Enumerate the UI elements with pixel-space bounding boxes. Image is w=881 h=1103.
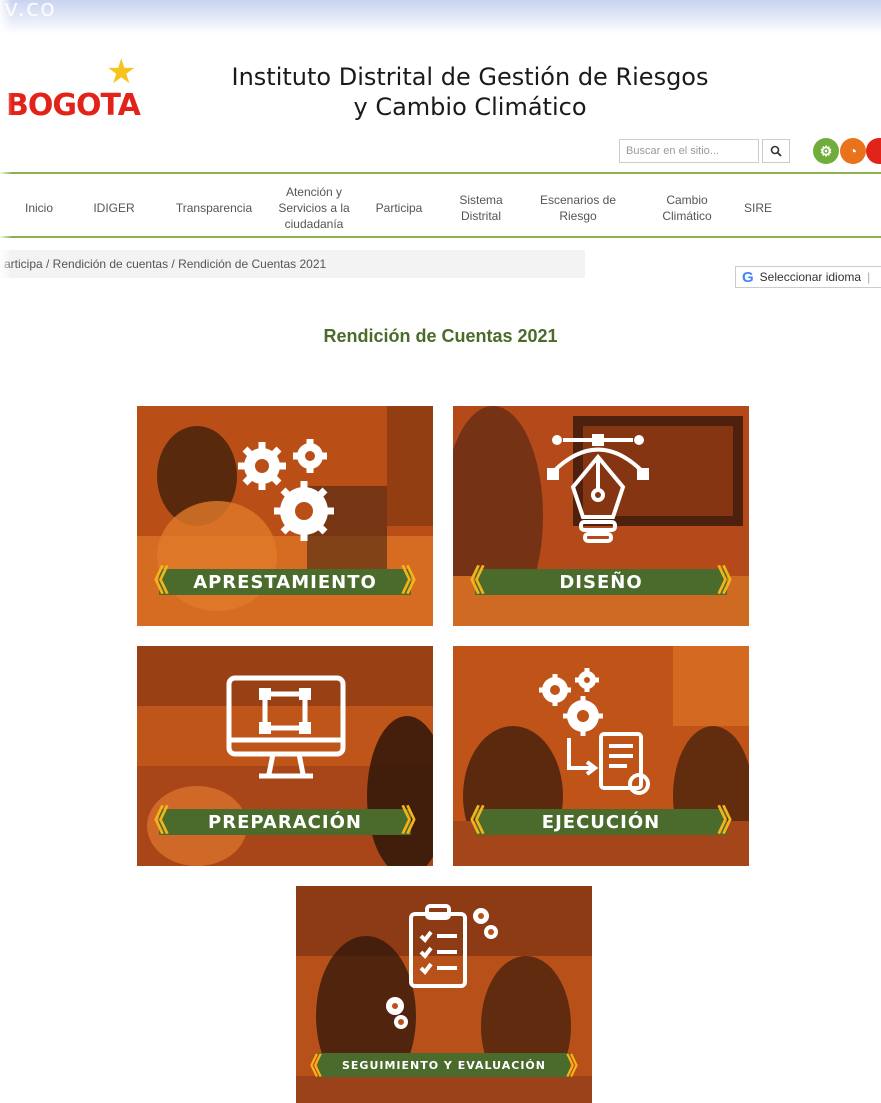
chevron-right-icon: 》 bbox=[717, 804, 747, 839]
rss-icon[interactable]: ◔ bbox=[840, 138, 866, 164]
site-title: Instituto Distrital de Gestión de Riesgo… bbox=[200, 62, 740, 122]
card-preparacion[interactable]: 《 PREPARACIÓN 》 bbox=[137, 646, 433, 866]
nav-item-sire[interactable]: SIRE bbox=[736, 180, 780, 236]
nav-divider bbox=[0, 236, 881, 238]
breadcrumb[interactable]: articipa / Rendición de cuentas / Rendic… bbox=[0, 250, 585, 278]
gears-icon bbox=[238, 439, 334, 541]
header-divider bbox=[0, 172, 881, 174]
chevron-left-icon: 《 bbox=[139, 564, 169, 599]
nav-item-escenarios[interactable]: Escenarios de Riesgo bbox=[533, 180, 623, 236]
chevron-left-icon: 《 bbox=[455, 804, 485, 839]
language-selector[interactable]: G Seleccionar idioma | bbox=[735, 266, 881, 288]
chevron-left-icon: 《 bbox=[455, 564, 485, 599]
gears-document-icon bbox=[539, 668, 650, 795]
site-title-line2: y Cambio Climático bbox=[353, 93, 587, 121]
card-diseno[interactable]: 《 DISEÑO 》 bbox=[453, 406, 749, 626]
card-ejecucion[interactable]: 《 EJECUCIÓN 》 bbox=[453, 646, 749, 866]
bogota-logo[interactable]: ★ BOGOTA bbox=[6, 55, 156, 135]
chevron-right-icon: 》 bbox=[566, 1052, 590, 1080]
card-seguimiento[interactable]: 《 SEGUIMIENTO Y EVALUACIÓN 》 bbox=[296, 886, 592, 1103]
site-title-line1: Instituto Distrital de Gestión de Riesgo… bbox=[231, 63, 709, 91]
pen-tool-bulb-icon bbox=[547, 434, 649, 543]
star-icon: ★ bbox=[106, 53, 137, 91]
card-label: PREPARACIÓN bbox=[208, 811, 362, 833]
card-banner: 《 SEGUIMIENTO Y EVALUACIÓN 》 bbox=[298, 1052, 590, 1080]
card-banner: 《 DISEÑO 》 bbox=[455, 565, 747, 599]
page-title: Rendición de Cuentas 2021 bbox=[323, 326, 558, 346]
google-icon: G bbox=[742, 268, 754, 286]
search-icon bbox=[770, 145, 782, 157]
card-banner: 《 PREPARACIÓN 》 bbox=[139, 805, 431, 839]
chevron-right-icon: 》 bbox=[401, 564, 431, 599]
card-banner: 《 APRESTAMIENTO 》 bbox=[139, 565, 431, 599]
language-divider: | bbox=[867, 270, 871, 284]
chevron-right-icon: 》 bbox=[717, 564, 747, 599]
nav-item-sistema-distrital[interactable]: Sistema Distrital bbox=[448, 180, 514, 236]
nav-item-cambio-climatico[interactable]: Cambio Climático bbox=[652, 180, 722, 236]
main-nav: Inicio IDIGER Transparencia Atención y S… bbox=[0, 180, 881, 236]
card-label: EJECUCIÓN bbox=[541, 811, 661, 833]
logo-text: BOGOTA bbox=[6, 88, 141, 123]
monitor-icon bbox=[226, 675, 346, 779]
search-button[interactable] bbox=[762, 139, 790, 163]
card-label: APRESTAMIENTO bbox=[193, 571, 377, 593]
chevron-left-icon: 《 bbox=[298, 1052, 322, 1080]
language-label: Seleccionar idioma bbox=[759, 270, 862, 284]
nav-item-idiger[interactable]: IDIGER bbox=[84, 180, 144, 236]
accessibility-icon[interactable]: ⚙ bbox=[813, 138, 839, 164]
card-label: SEGUIMIENTO Y EVALUACIÓN bbox=[342, 1058, 546, 1072]
nav-item-inicio[interactable]: Inicio bbox=[14, 180, 64, 236]
nav-item-participa[interactable]: Participa bbox=[364, 180, 434, 236]
clipboard-checklist-icon bbox=[386, 904, 498, 1029]
card-banner: 《 EJECUCIÓN 》 bbox=[455, 805, 747, 839]
social-icon[interactable] bbox=[866, 138, 881, 164]
search-input[interactable]: Buscar en el sitio... bbox=[619, 139, 759, 163]
edge-fade bbox=[0, 0, 12, 1103]
chevron-left-icon: 《 bbox=[139, 804, 169, 839]
chevron-right-icon: 》 bbox=[401, 804, 431, 839]
nav-item-atencion[interactable]: Atención y Servicios a la ciudadanía bbox=[269, 180, 359, 236]
card-aprestamiento[interactable]: 《 APRESTAMIENTO 》 bbox=[137, 406, 433, 626]
browser-top-bar: v.co bbox=[0, 0, 881, 34]
card-label: DISEÑO bbox=[559, 571, 643, 593]
nav-item-transparencia[interactable]: Transparencia bbox=[164, 180, 264, 236]
